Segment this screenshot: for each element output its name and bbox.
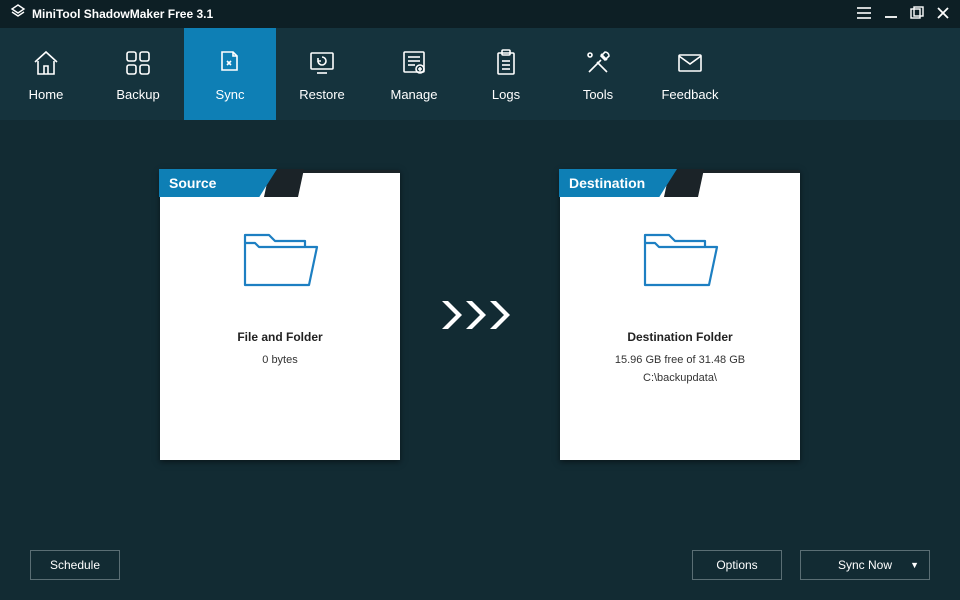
- button-label: Schedule: [50, 558, 100, 572]
- nav-label: Restore: [299, 87, 345, 102]
- button-label: Sync Now: [838, 558, 892, 572]
- schedule-button[interactable]: Schedule: [30, 550, 120, 580]
- close-icon[interactable]: [936, 6, 950, 23]
- nav-backup[interactable]: Backup: [92, 28, 184, 120]
- app-logo-icon: [10, 4, 26, 25]
- window-controls: [856, 6, 950, 23]
- nav-tools[interactable]: Tools: [552, 28, 644, 120]
- home-icon: [31, 47, 61, 79]
- main-navbar: Home Backup Sync Restore Manage Logs T: [0, 28, 960, 120]
- source-card[interactable]: Source File and Folder 0 bytes: [160, 170, 400, 460]
- nav-label: Logs: [492, 87, 520, 102]
- titlebar: MiniTool ShadowMaker Free 3.1: [0, 0, 960, 28]
- source-size: 0 bytes: [262, 354, 297, 366]
- nav-restore[interactable]: Restore: [276, 28, 368, 120]
- folder-icon: [639, 225, 721, 300]
- nav-sync[interactable]: Sync: [184, 28, 276, 120]
- nav-feedback[interactable]: Feedback: [644, 28, 736, 120]
- feedback-icon: [675, 47, 705, 79]
- destination-path: C:\backupdata\: [643, 372, 717, 384]
- destination-header: Destination: [559, 169, 677, 197]
- minimize-icon[interactable]: [884, 6, 898, 23]
- nav-label: Manage: [391, 87, 438, 102]
- destination-caption: Destination Folder: [627, 330, 732, 344]
- titlebar-left: MiniTool ShadowMaker Free 3.1: [10, 4, 213, 25]
- sync-arrows-icon: [440, 295, 520, 335]
- menu-icon[interactable]: [856, 6, 872, 23]
- backup-icon: [123, 47, 153, 79]
- destination-space: 15.96 GB free of 31.48 GB: [615, 354, 745, 366]
- maximize-icon[interactable]: [910, 6, 924, 23]
- destination-body: Destination Folder 15.96 GB free of 31.4…: [560, 170, 800, 384]
- nav-label: Home: [29, 87, 64, 102]
- nav-logs[interactable]: Logs: [460, 28, 552, 120]
- nav-home[interactable]: Home: [0, 28, 92, 120]
- nav-label: Feedback: [661, 87, 718, 102]
- folder-icon: [239, 225, 321, 300]
- destination-card[interactable]: Destination Destination Folder 15.96 GB …: [560, 170, 800, 460]
- tools-icon: [583, 47, 613, 79]
- nav-label: Tools: [583, 87, 613, 102]
- source-body: File and Folder 0 bytes: [160, 170, 400, 366]
- restore-icon: [307, 47, 337, 79]
- main-area: Source File and Folder 0 bytes Destinati…: [0, 120, 960, 530]
- sync-now-button[interactable]: Sync Now ▼: [800, 550, 930, 580]
- sync-icon: [215, 47, 245, 79]
- chevron-down-icon: ▼: [910, 560, 919, 570]
- bottom-bar: Schedule Options Sync Now ▼: [30, 550, 930, 580]
- logs-icon: [491, 47, 521, 79]
- nav-manage[interactable]: Manage: [368, 28, 460, 120]
- source-header: Source: [159, 169, 277, 197]
- nav-label: Backup: [116, 87, 159, 102]
- button-label: Options: [716, 558, 757, 572]
- nav-label: Sync: [216, 87, 245, 102]
- app-title: MiniTool ShadowMaker Free 3.1: [32, 7, 213, 21]
- source-caption: File and Folder: [237, 330, 322, 344]
- options-button[interactable]: Options: [692, 550, 782, 580]
- manage-icon: [399, 47, 429, 79]
